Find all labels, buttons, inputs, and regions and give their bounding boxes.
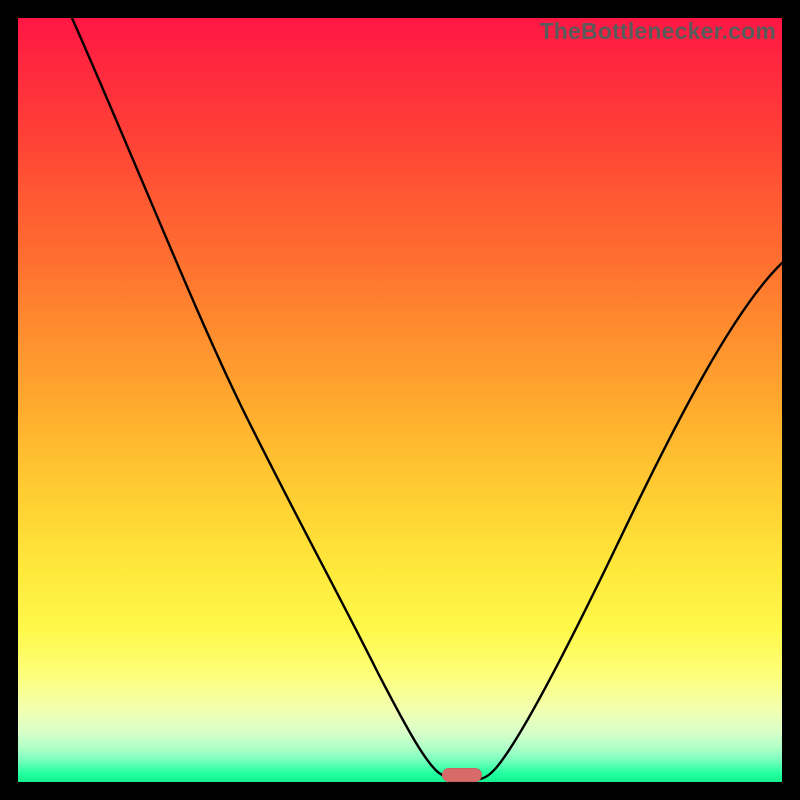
chart-frame: TheBottlenecker.com — [0, 0, 800, 800]
optimal-marker — [442, 768, 482, 782]
curve-path — [72, 18, 782, 780]
plot-area: TheBottlenecker.com — [18, 18, 782, 782]
bottleneck-curve — [18, 18, 782, 782]
